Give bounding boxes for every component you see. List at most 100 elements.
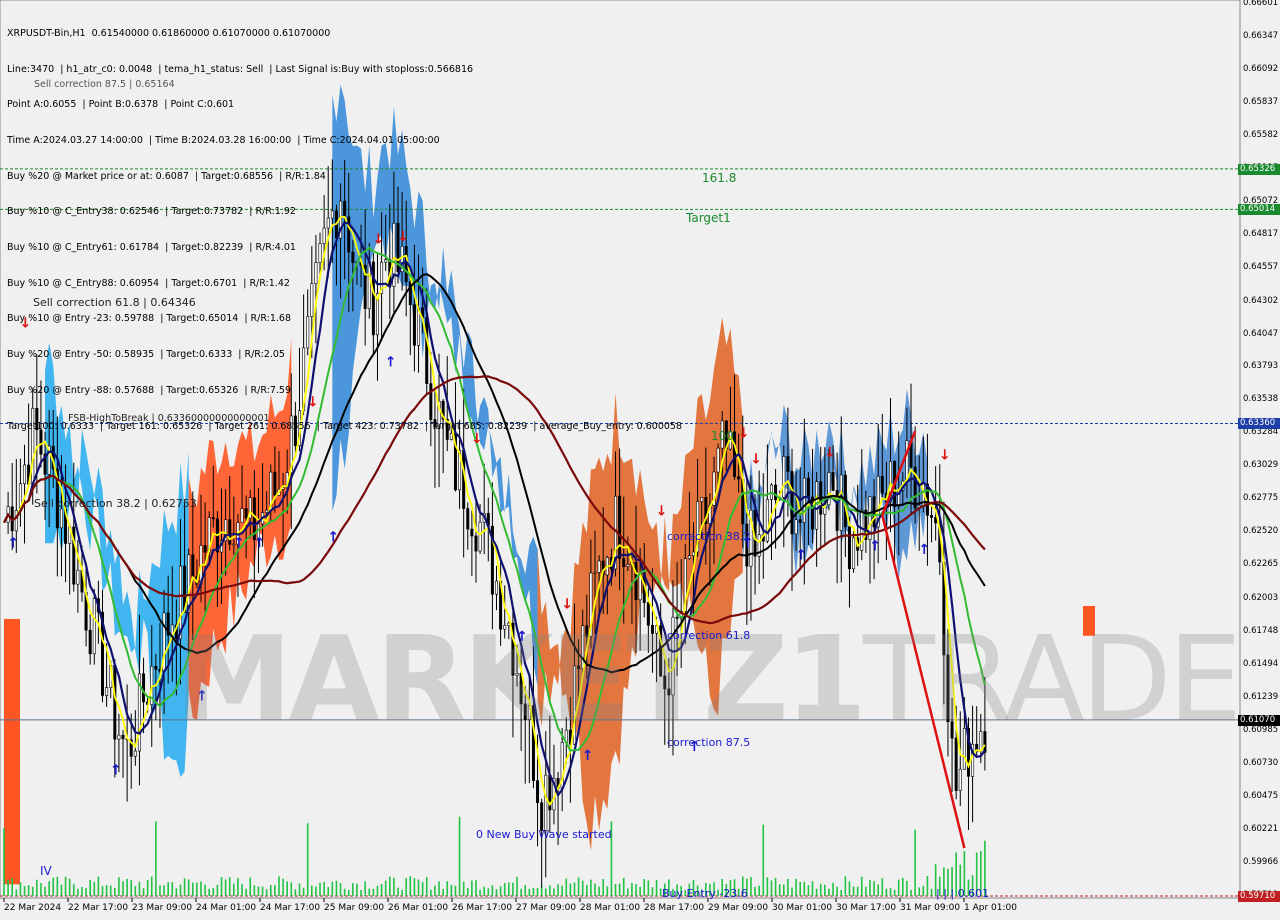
info-line: Buy %20 @ Market price or at: 0.6087 | T… <box>7 170 326 182</box>
candle-body <box>597 560 601 573</box>
price-tag: 0.65014 <box>1238 204 1280 216</box>
time-tick-label: 23 Mar 09:00 <box>132 903 193 913</box>
candle-body <box>244 508 248 519</box>
time-tick-label: 28 Mar 17:00 <box>644 903 705 913</box>
price-tick-label: 0.62775 <box>1243 493 1279 504</box>
time-tick-label: 30 Mar 17:00 <box>836 903 897 913</box>
candle-body <box>92 598 96 655</box>
time-tick-label: 24 Mar 01:00 <box>196 903 257 913</box>
info-line: Buy %10 @ Entry -23: 0.59788 | Target:0.… <box>7 313 292 325</box>
overlap-annotation: Sell correction 87.5 | 0.65164 <box>34 79 175 90</box>
candle-body <box>105 687 109 696</box>
time-tick-label: 26 Mar 17:00 <box>452 903 513 913</box>
price-tick-label: 0.66601 <box>1243 0 1279 8</box>
buy-arrow-icon: ↑ <box>327 529 339 545</box>
price-tick-label: 0.64557 <box>1243 262 1279 273</box>
buy-arrow-icon: ↑ <box>253 536 265 552</box>
sell-correction-618-label: Sell correction 61.8 | 0.64346 <box>33 296 196 309</box>
time-tick-label: 27 Mar 09:00 <box>516 903 577 913</box>
level-100-label: 100 <box>711 429 734 443</box>
price-tick-label: 0.60475 <box>1243 790 1279 801</box>
target1-label: Target1 <box>686 211 731 225</box>
candle-body <box>540 802 544 831</box>
candle-body <box>798 519 802 523</box>
correction-618-label: correction 61.8 <box>667 629 751 642</box>
candle-body <box>240 508 244 523</box>
candle-body <box>88 629 92 655</box>
correction-382-label: correction 38.2 <box>667 530 751 543</box>
candle-body <box>847 526 851 570</box>
price-tick-label: 0.59966 <box>1243 856 1279 867</box>
candle-body <box>852 537 856 570</box>
candle-body <box>839 474 843 531</box>
price-tick-label: 0.60221 <box>1243 823 1279 834</box>
candle-body <box>494 580 498 595</box>
info-line: Point A:0.6055 | Point B:0.6378 | Point … <box>7 99 235 111</box>
cloud-band <box>742 388 928 580</box>
candle-body <box>794 519 798 535</box>
price-tick-label: 0.62265 <box>1243 559 1279 570</box>
candle-body <box>786 456 790 472</box>
price-tick-label: 0.61494 <box>1243 659 1279 670</box>
candle-body <box>211 517 215 520</box>
info-line: Buy %10 @ C_Entry88: 0.60954 | Target:0.… <box>7 277 290 289</box>
candle-body <box>121 734 125 740</box>
candle-body <box>687 555 691 560</box>
candle-body <box>536 780 540 804</box>
price-tag: 0.61070 <box>1238 714 1280 726</box>
buy-arrow-icon: ↑ <box>7 536 19 552</box>
buy-arrow-icon: ↑ <box>869 538 881 554</box>
wave-iv-label: IV <box>40 864 52 878</box>
candle-body <box>716 447 720 473</box>
new-buy-wave-label: 0 New Buy Wave started <box>476 828 612 841</box>
time-tick-label: 31 Mar 09:00 <box>900 903 961 913</box>
price-tick-label: 0.60985 <box>1243 724 1279 735</box>
candle-body <box>474 535 478 552</box>
candle-body <box>802 477 806 523</box>
sell-correction-382-label: Sell correction 38.2 | 0.62753 <box>34 497 197 510</box>
sell-arrow-icon: ↓ <box>656 503 668 519</box>
time-tick-label: 29 Mar 09:00 <box>708 903 769 913</box>
candle-body <box>905 440 909 482</box>
candle-body <box>466 508 470 530</box>
candle-body <box>228 519 232 545</box>
candle-body <box>154 665 158 670</box>
price-tick-label: 0.66347 <box>1243 30 1279 41</box>
candle-body <box>930 515 934 518</box>
price-tag: 0.65326 <box>1238 163 1280 175</box>
candle-body <box>880 475 884 494</box>
sell-arrow-icon: ↓ <box>824 445 836 461</box>
price-tag: 0.59710 <box>1238 891 1280 902</box>
candle-body <box>774 484 778 501</box>
candle-body <box>691 551 695 557</box>
price-tick-label: 0.65837 <box>1243 96 1279 107</box>
candle-body <box>765 499 769 542</box>
candle-body <box>191 554 195 577</box>
candle-body <box>478 521 482 552</box>
price-tick-label: 0.65582 <box>1243 129 1279 140</box>
candle-body <box>790 471 794 535</box>
candle-body <box>470 528 474 537</box>
price-tick-label: 0.63793 <box>1243 361 1279 372</box>
info-line: Buy %10 @ C_Entry61: 0.61784 | Target:0.… <box>7 242 296 254</box>
price-tag: 0.63360 <box>1238 418 1280 430</box>
buy-arrow-icon: ↑ <box>233 536 245 552</box>
price-tick-label: 0.61239 <box>1243 692 1279 703</box>
buy-entry-label: Buy Entry -23.6 <box>662 887 748 900</box>
price-tick-label: 0.66092 <box>1243 63 1279 74</box>
sell-arrow-icon: ↓ <box>750 452 762 468</box>
buy-arrow-icon: ↑ <box>582 748 594 764</box>
info-line: Buy %20 @ Entry -50: 0.58935 | Target:0.… <box>7 349 285 361</box>
candle-body <box>76 569 80 585</box>
candle-body <box>700 497 704 502</box>
candle-body <box>133 750 137 757</box>
sell-arrow-icon: ↓ <box>738 426 750 442</box>
price-tick-label: 0.64047 <box>1243 328 1279 339</box>
price-tick-label: 0.60730 <box>1243 757 1279 768</box>
chart-window: ↓ ↓ ↓ ↓ ↓ ↓ ↓ ↓ ↓ ↓ ↓ ↑ ↑ ↑ ↑ ↑ ↑ ↑ ↑ ↑ ↑ ↑ ↑ ↑ ↑ XRPUSDT-Bin,H1… <box>0 0 1280 920</box>
price-tick-label: 0.64302 <box>1243 295 1279 306</box>
info-line: Buy %10 @ C_Entry38: 0.62546 | Target:0.… <box>7 206 296 218</box>
time-tick-label: 1 Apr 01:00 <box>964 903 1017 913</box>
candle-body <box>59 508 63 529</box>
time-tick-label: 28 Mar 01:00 <box>580 903 641 913</box>
